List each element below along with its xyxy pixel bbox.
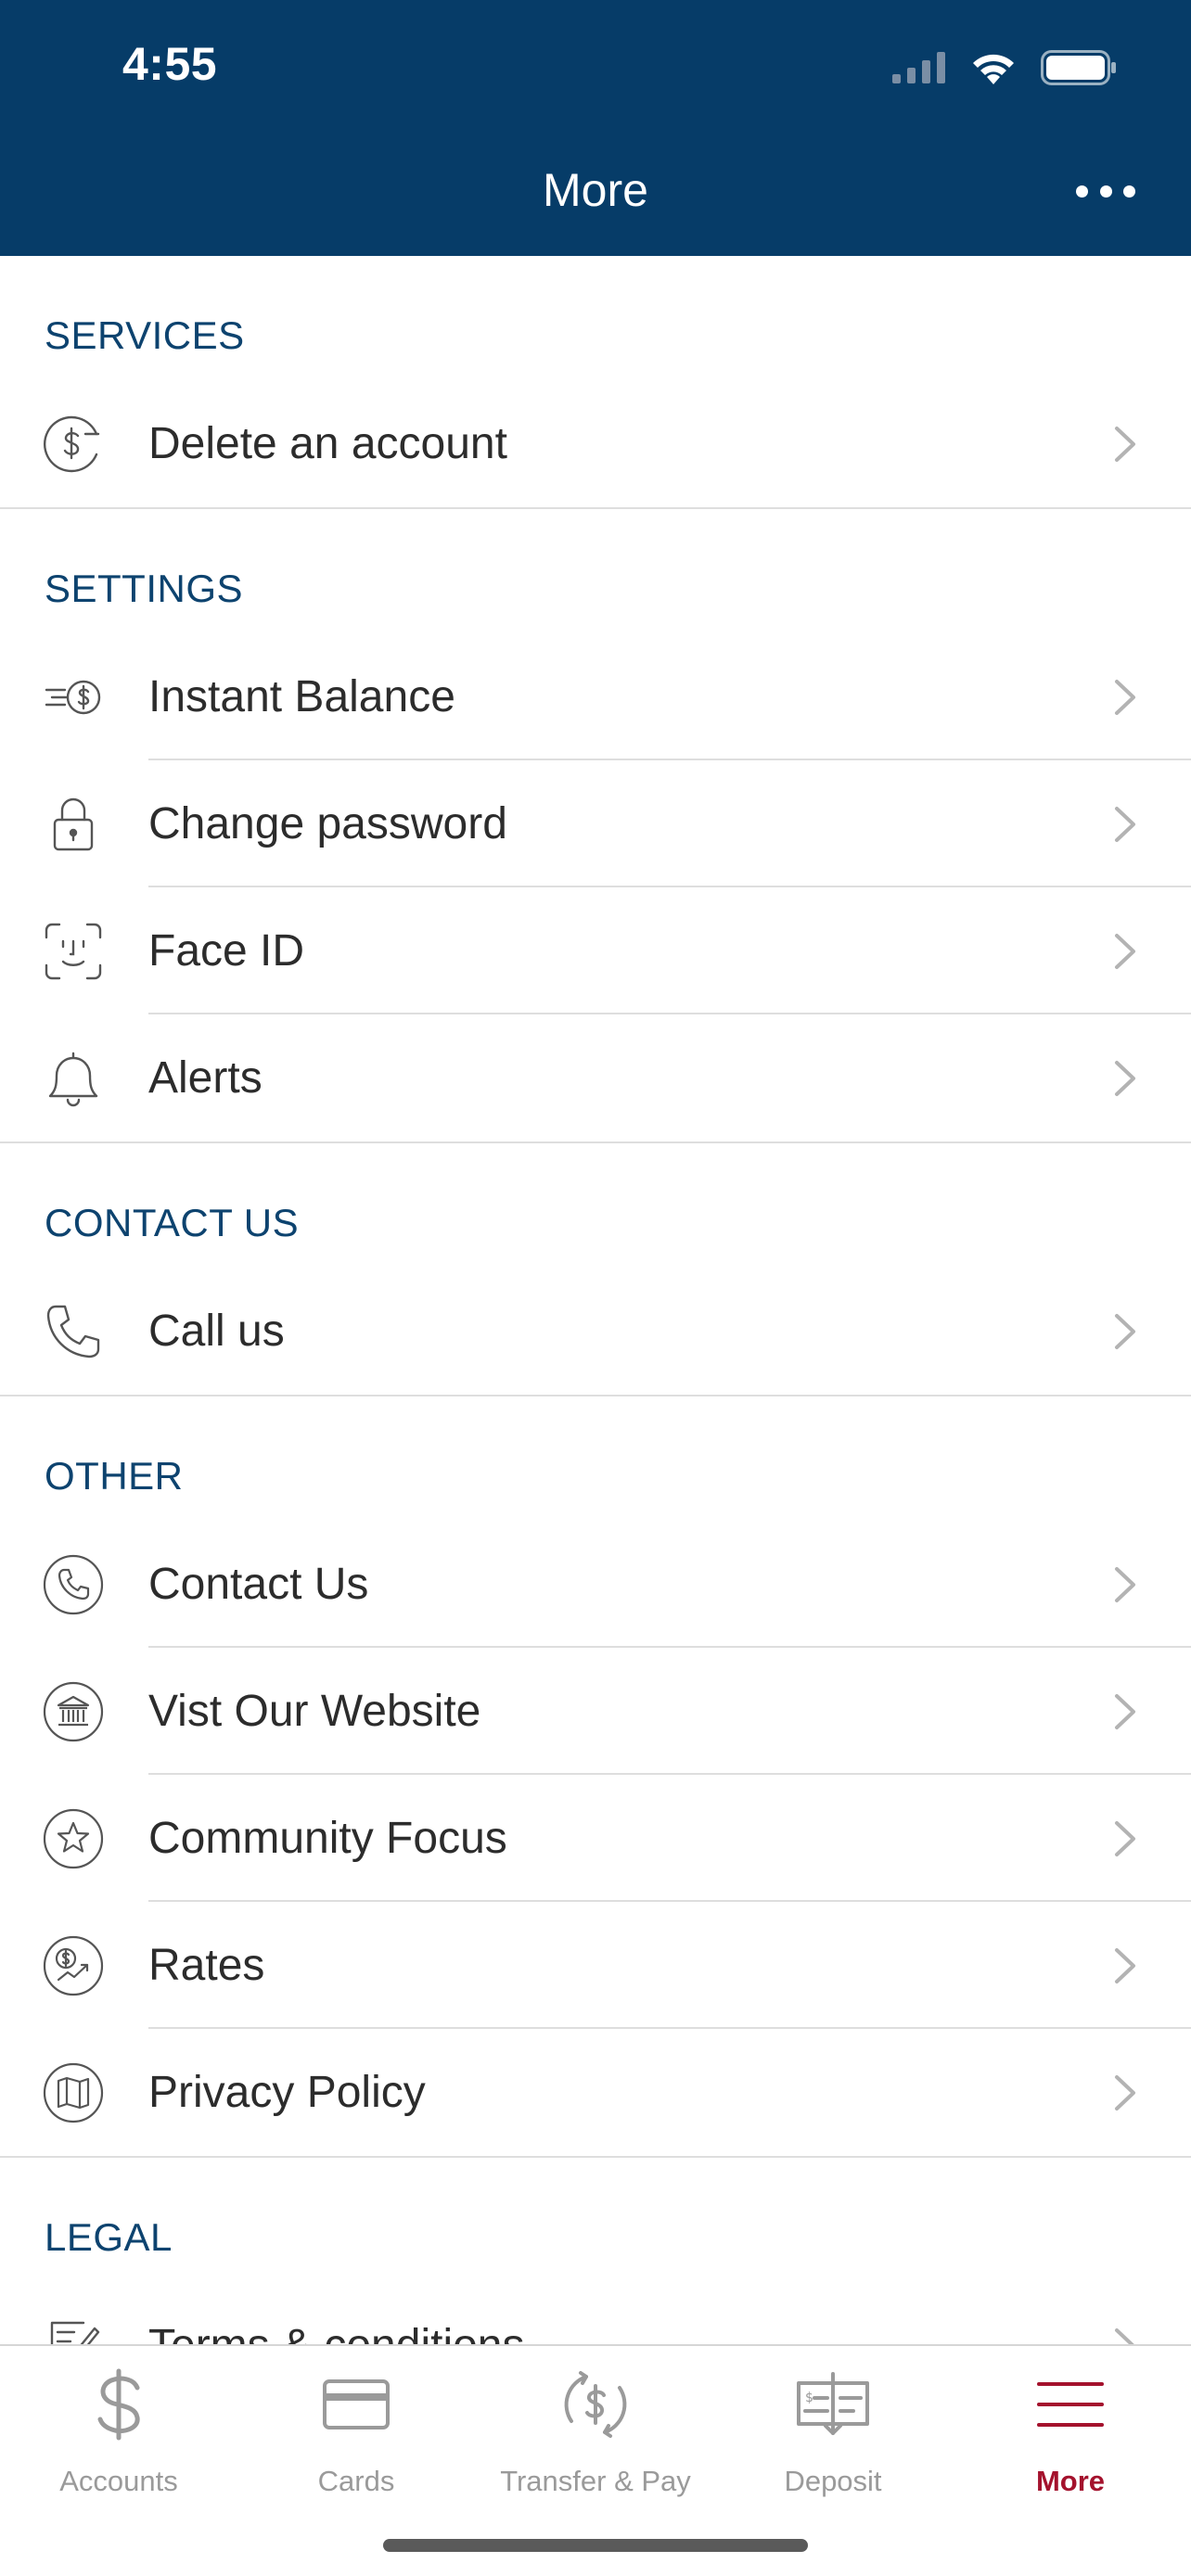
star-circle-icon: [43, 1808, 104, 1869]
row-label: Instant Balance: [148, 672, 455, 721]
phone-icon: [43, 1301, 104, 1362]
map-circle-icon: [43, 2062, 104, 2123]
status-icons: [892, 45, 1117, 91]
row-label: Terms & conditions: [148, 2282, 525, 2344]
tab-more[interactable]: More: [952, 2346, 1189, 2504]
row-face-id[interactable]: Face ID: [0, 887, 1191, 1014]
section-settings: SETTINGS Instant Balance Change password…: [0, 509, 1191, 1141]
section-title: SERVICES: [45, 313, 245, 357]
section-services: SERVICES Delete an account: [0, 256, 1191, 507]
page-title: More: [543, 164, 648, 216]
section-title: LEGAL: [45, 2215, 173, 2259]
overflow-menu-button[interactable]: [1076, 171, 1135, 211]
cellular-signal-icon: [892, 52, 945, 83]
section-title: CONTACT US: [45, 1201, 300, 1244]
bell-icon: [43, 1048, 104, 1109]
row-change-password[interactable]: Change password: [0, 760, 1191, 887]
chevron-right-icon: [1115, 1314, 1135, 1349]
row-visit-website[interactable]: Vist Our Website: [0, 1648, 1191, 1775]
section-other: OTHER Contact Us Vist Our Website Commun…: [0, 1396, 1191, 2156]
tab-label: Deposit: [784, 2465, 882, 2497]
row-alerts[interactable]: Alerts: [0, 1014, 1191, 1141]
row-label: Delete an account: [148, 419, 507, 468]
row-privacy-policy[interactable]: Privacy Policy: [0, 2029, 1191, 2156]
status-time: 4:55: [122, 38, 218, 90]
tab-label: More: [1035, 2465, 1106, 2497]
chevron-right-icon: [1115, 1948, 1135, 1983]
chevron-right-icon: [1115, 680, 1135, 715]
tab-label: Cards: [317, 2465, 395, 2497]
dollar-minus-circle-icon: [43, 414, 104, 475]
row-label: Contact Us: [148, 1560, 369, 1609]
row-label: Alerts: [148, 1053, 263, 1103]
dot: [1123, 185, 1135, 198]
menu-icon: [952, 2363, 1189, 2446]
check-deposit-icon: $: [714, 2363, 952, 2446]
phone-circle-icon: [43, 1554, 104, 1615]
row-label: Community Focus: [148, 1814, 507, 1863]
chevron-right-icon: [1115, 1567, 1135, 1602]
more-screen: 4:55 More SERVICES Delete an account SET…: [0, 0, 1191, 2576]
chevron-right-icon: [1115, 2328, 1134, 2344]
tab-label: Transfer & Pay: [500, 2465, 691, 2497]
chevron-right-icon: [1115, 2075, 1135, 2111]
row-label: Rates: [148, 1941, 265, 1990]
rates-circle-icon: [43, 1935, 104, 1996]
chevron-right-icon: [1115, 1061, 1135, 1096]
row-contact-us[interactable]: Contact Us: [0, 1521, 1191, 1648]
document-pen-icon: [43, 2315, 104, 2344]
battery-icon: [1041, 50, 1116, 85]
row-label: Change password: [148, 799, 507, 848]
dollar-icon: [0, 2363, 237, 2446]
dot: [1099, 185, 1112, 198]
svg-text:$: $: [805, 2391, 813, 2405]
fast-dollar-icon: [43, 667, 104, 728]
chevron-right-icon: [1115, 934, 1135, 969]
section-contact-us: CONTACT US Call us: [0, 1143, 1191, 1395]
transfer-icon: [477, 2363, 714, 2446]
row-rates[interactable]: Rates: [0, 1902, 1191, 2029]
row-call-us[interactable]: Call us: [0, 1268, 1191, 1395]
row-label: Privacy Policy: [148, 2068, 426, 2117]
lock-icon: [43, 794, 104, 855]
row-community-focus[interactable]: Community Focus: [0, 1775, 1191, 1902]
row-terms-conditions[interactable]: Terms & conditions: [0, 2282, 1191, 2344]
row-label: Vist Our Website: [148, 1687, 481, 1736]
chevron-right-icon: [1115, 1694, 1135, 1729]
section-title: OTHER: [45, 1454, 184, 1498]
chevron-right-icon: [1115, 1821, 1135, 1856]
card-icon: [237, 2363, 475, 2446]
wifi-icon: [973, 54, 1014, 84]
tab-label: Accounts: [59, 2465, 178, 2497]
header: 4:55 More: [0, 0, 1191, 256]
chevron-right-icon: [1115, 427, 1135, 462]
face-id-icon: [43, 921, 104, 982]
row-instant-balance[interactable]: Instant Balance: [0, 633, 1191, 760]
section-title: SETTINGS: [45, 567, 244, 610]
tab-transfer-pay[interactable]: Transfer & Pay: [477, 2346, 714, 2504]
chevron-right-icon: [1115, 807, 1135, 842]
tab-cards[interactable]: Cards: [237, 2346, 475, 2504]
settings-list: SERVICES Delete an account SETTINGS Inst…: [0, 256, 1191, 2344]
row-label: Face ID: [148, 926, 305, 976]
bank-circle-icon: [43, 1681, 104, 1742]
section-legal: LEGAL Terms & conditions: [0, 2158, 1191, 2344]
tab-deposit[interactable]: $ Deposit: [714, 2346, 952, 2504]
row-label: Call us: [148, 1307, 285, 1356]
home-indicator[interactable]: [383, 2539, 808, 2552]
row-delete-account[interactable]: Delete an account: [0, 380, 1191, 507]
tab-accounts[interactable]: Accounts: [0, 2346, 237, 2504]
dot: [1076, 185, 1088, 198]
